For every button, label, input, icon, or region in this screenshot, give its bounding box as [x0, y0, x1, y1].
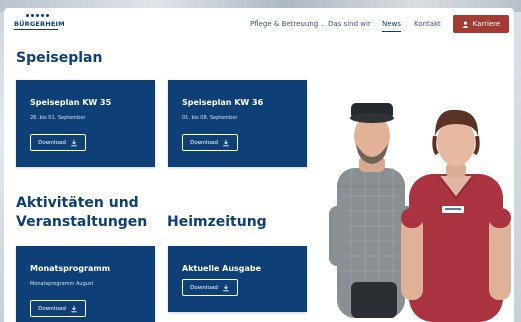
card-speiseplan-kw36: Speiseplan KW 36 01. bis 08. September D…: [168, 80, 307, 167]
logo-text: BÜRGERHEIM: [14, 20, 65, 28]
card-title: Speiseplan KW 35: [30, 98, 112, 107]
download-label: Download: [38, 139, 66, 146]
user-icon: [462, 21, 468, 28]
download-icon: [71, 305, 77, 312]
card-subtitle: Monatsprogramm August: [30, 281, 94, 287]
woman-figure: [401, 109, 511, 322]
nav-item-label: Kontakt: [414, 20, 441, 28]
nav-item-label: News: [382, 20, 401, 28]
section-heading-speiseplan: Speiseplan: [16, 50, 103, 66]
nav-item-das-sind-wir[interactable]: Das sind wir: [328, 20, 371, 28]
nav-item-kontakt[interactable]: Kontakt: [414, 20, 441, 28]
card-speiseplan-kw35: Speiseplan KW 35 26. bis 01. September D…: [16, 80, 155, 167]
download-icon: [223, 139, 229, 146]
nav-item-label: Pflege & Betreuung: [250, 20, 319, 28]
page: BÜRGERHEIM Pflege & Betreuung ⌄ Das sind…: [4, 8, 514, 322]
download-icon: [223, 284, 229, 291]
card-monatsprogramm: Monatsprogramm Monatsprogramm August Dow…: [16, 246, 155, 322]
download-button[interactable]: Download: [30, 300, 86, 317]
section-heading-heimzeitung: Heimzeitung: [167, 214, 267, 230]
chevron-down-icon: ⌄: [320, 22, 325, 28]
nav-item-news[interactable]: News: [382, 20, 401, 32]
download-button[interactable]: Download: [182, 279, 238, 296]
site-header: BÜRGERHEIM Pflege & Betreuung ⌄ Das sind…: [4, 8, 514, 42]
nav-item-label: Das sind wir: [328, 20, 371, 28]
download-button[interactable]: Download: [30, 134, 86, 151]
card-aktuelle-ausgabe: Aktuelle Ausgabe Download: [168, 246, 307, 312]
card-title: Monatsprogramm: [30, 264, 111, 273]
site-logo[interactable]: BÜRGERHEIM: [12, 14, 65, 36]
card-title: Speiseplan KW 36: [182, 98, 264, 107]
card-subtitle: 26. bis 01. September: [30, 115, 86, 121]
karriere-label: Karriere: [472, 20, 501, 28]
karriere-button[interactable]: Karriere: [453, 15, 509, 33]
active-nav-indicator: [382, 31, 401, 32]
download-label: Download: [190, 139, 218, 146]
download-label: Download: [190, 284, 218, 291]
logo-dots-icon: [26, 14, 49, 17]
staff-photo: [329, 103, 511, 322]
download-icon: [71, 139, 77, 146]
logo-divider: [14, 29, 58, 30]
download-button[interactable]: Download: [182, 134, 238, 151]
nav-item-pflege[interactable]: Pflege & Betreuung ⌄: [250, 20, 325, 28]
download-label: Download: [38, 305, 66, 312]
section-heading-aktivitaeten: Aktivitäten und Veranstaltungen: [16, 195, 148, 230]
card-subtitle: 01. bis 08. September: [182, 115, 238, 121]
card-title: Aktuelle Ausgabe: [182, 264, 262, 273]
